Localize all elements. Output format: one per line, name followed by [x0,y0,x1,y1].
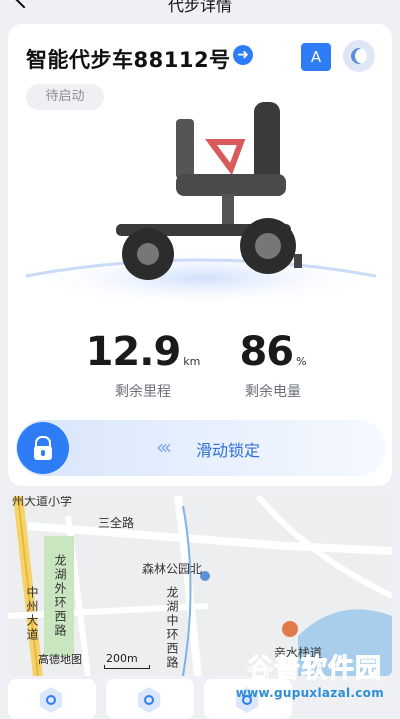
map-scale: 200m [106,652,138,665]
page-title: 代步详情 [167,0,232,15]
bottom-action-location[interactable] [8,679,96,719]
wheelchair-image [26,102,376,308]
slide-lock-label: 滑动锁定 [196,441,261,460]
battery-unit: % [296,355,307,368]
watermark-brand: 谷普软件园 [246,654,382,685]
watermark-url: www.gupuxlazal.com [235,686,384,700]
mode-b-button[interactable] [343,40,375,72]
range-stat: 12.9 km 剩余里程 [68,329,218,401]
battery-label: 剩余电量 [245,384,301,400]
map-scale-bar [104,665,150,669]
chevrons-left-icon: ‹‹‹ [156,435,172,459]
mode-a-button[interactable]: A [301,43,331,71]
bottom-action-phone[interactable] [106,679,194,719]
battery-value: 86 [239,329,294,375]
half-moon-icon [351,48,367,64]
range-value: 12.9 [85,329,182,375]
unlock-icon[interactable] [17,422,69,474]
stats-row: 12.9 km 剩余里程 86% 剩余电量 [8,329,392,401]
vehicle-card: 智能代步车88112号 ➜ A 待启动 12.9 km 剩余里程 86% 剩余电… [8,24,392,486]
slide-to-lock[interactable]: ‹‹‹ 滑动锁定 [16,420,386,476]
vehicle-name: 智能代步车88112号 [26,48,231,72]
map-provider: 高德地图 [38,653,82,666]
range-label: 剩余里程 [115,384,171,400]
map-label-sanquan: 三全路 [98,516,135,530]
map-label-zhongzhou: 中州大道 [25,586,39,642]
map-label-senlin: 森林公园北 [142,562,203,576]
watermark: 谷普软件园 www.gupuxlazal.com [214,648,392,710]
battery-stat: 86% 剩余电量 [198,329,348,401]
map-label-outer-west: 龙湖外环西路 [53,554,67,638]
arrow-right-icon[interactable]: ➜ [233,45,253,65]
map-label-top-left: 州大道小学 [12,496,73,508]
top-bar: 代步详情 [0,0,400,18]
map-label-middle-west: 龙湖中环西路 [165,586,179,670]
